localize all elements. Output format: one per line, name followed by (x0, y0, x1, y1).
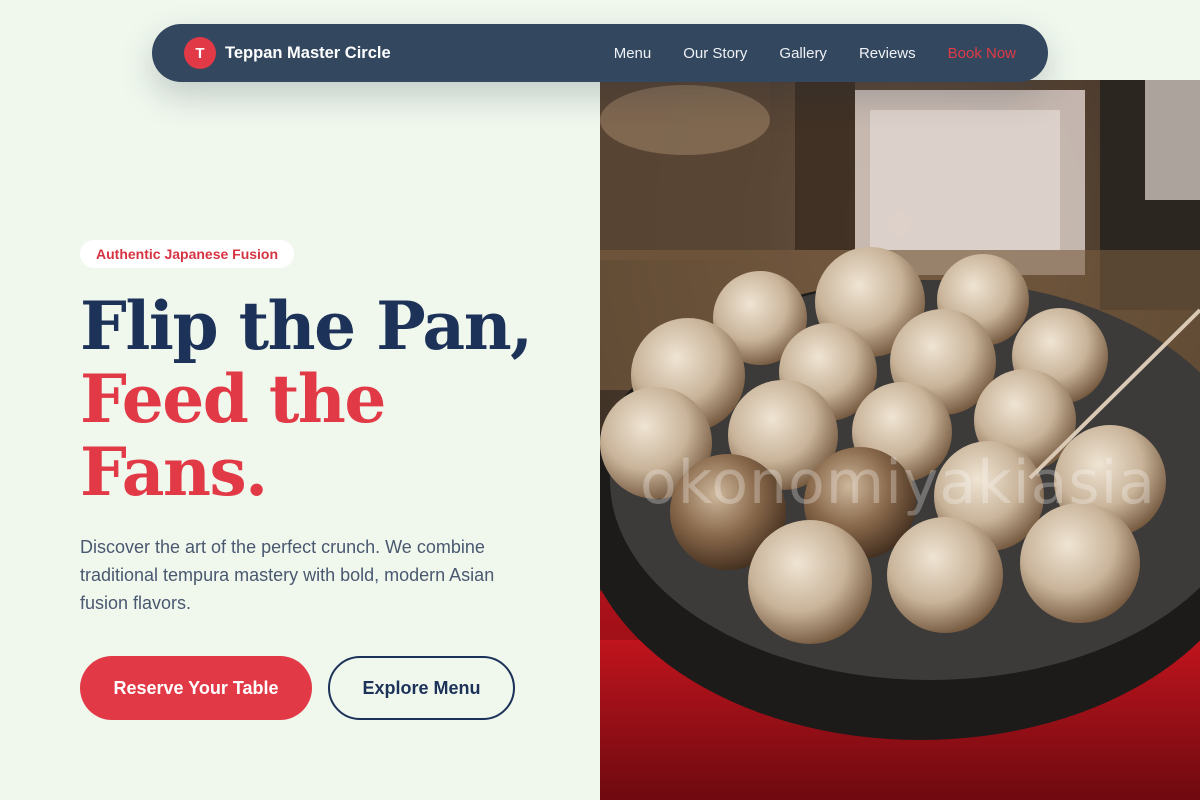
top-navbar: T Teppan Master Circle Menu Our Story Ga… (152, 24, 1048, 82)
brand[interactable]: T Teppan Master Circle (184, 37, 391, 69)
explore-menu-button[interactable]: Explore Menu (328, 656, 515, 720)
brand-logo: T (184, 37, 216, 69)
nav-links: Menu Our Story Gallery Reviews Book Now (614, 45, 1016, 62)
hero-description: Discover the art of the perfect crunch. … (80, 537, 495, 613)
brand-name: Teppan Master Circle (225, 43, 391, 62)
hero-headline: Flip the Pan, Feed the Fans. (80, 290, 560, 509)
headline-line-2: Feed the Fans. (80, 360, 386, 511)
nav-link-gallery[interactable]: Gallery (779, 45, 827, 62)
nav-link-reviews[interactable]: Reviews (859, 45, 916, 62)
hero-badge: Authentic Japanese Fusion (80, 240, 295, 268)
image-watermark: okonomiyakiasia (640, 448, 1157, 518)
nav-link-menu[interactable]: Menu (614, 45, 652, 62)
nav-link-our-story[interactable]: Our Story (683, 45, 747, 62)
headline-line-1: Flip the Pan, (80, 287, 533, 365)
reserve-table-button[interactable]: Reserve Your Table (80, 656, 312, 720)
hero-image-takoyaki: okonomiyakiasia (600, 80, 1200, 800)
nav-link-book-now[interactable]: Book Now (948, 45, 1016, 62)
takoyaki-pan-illustration (600, 80, 1200, 800)
